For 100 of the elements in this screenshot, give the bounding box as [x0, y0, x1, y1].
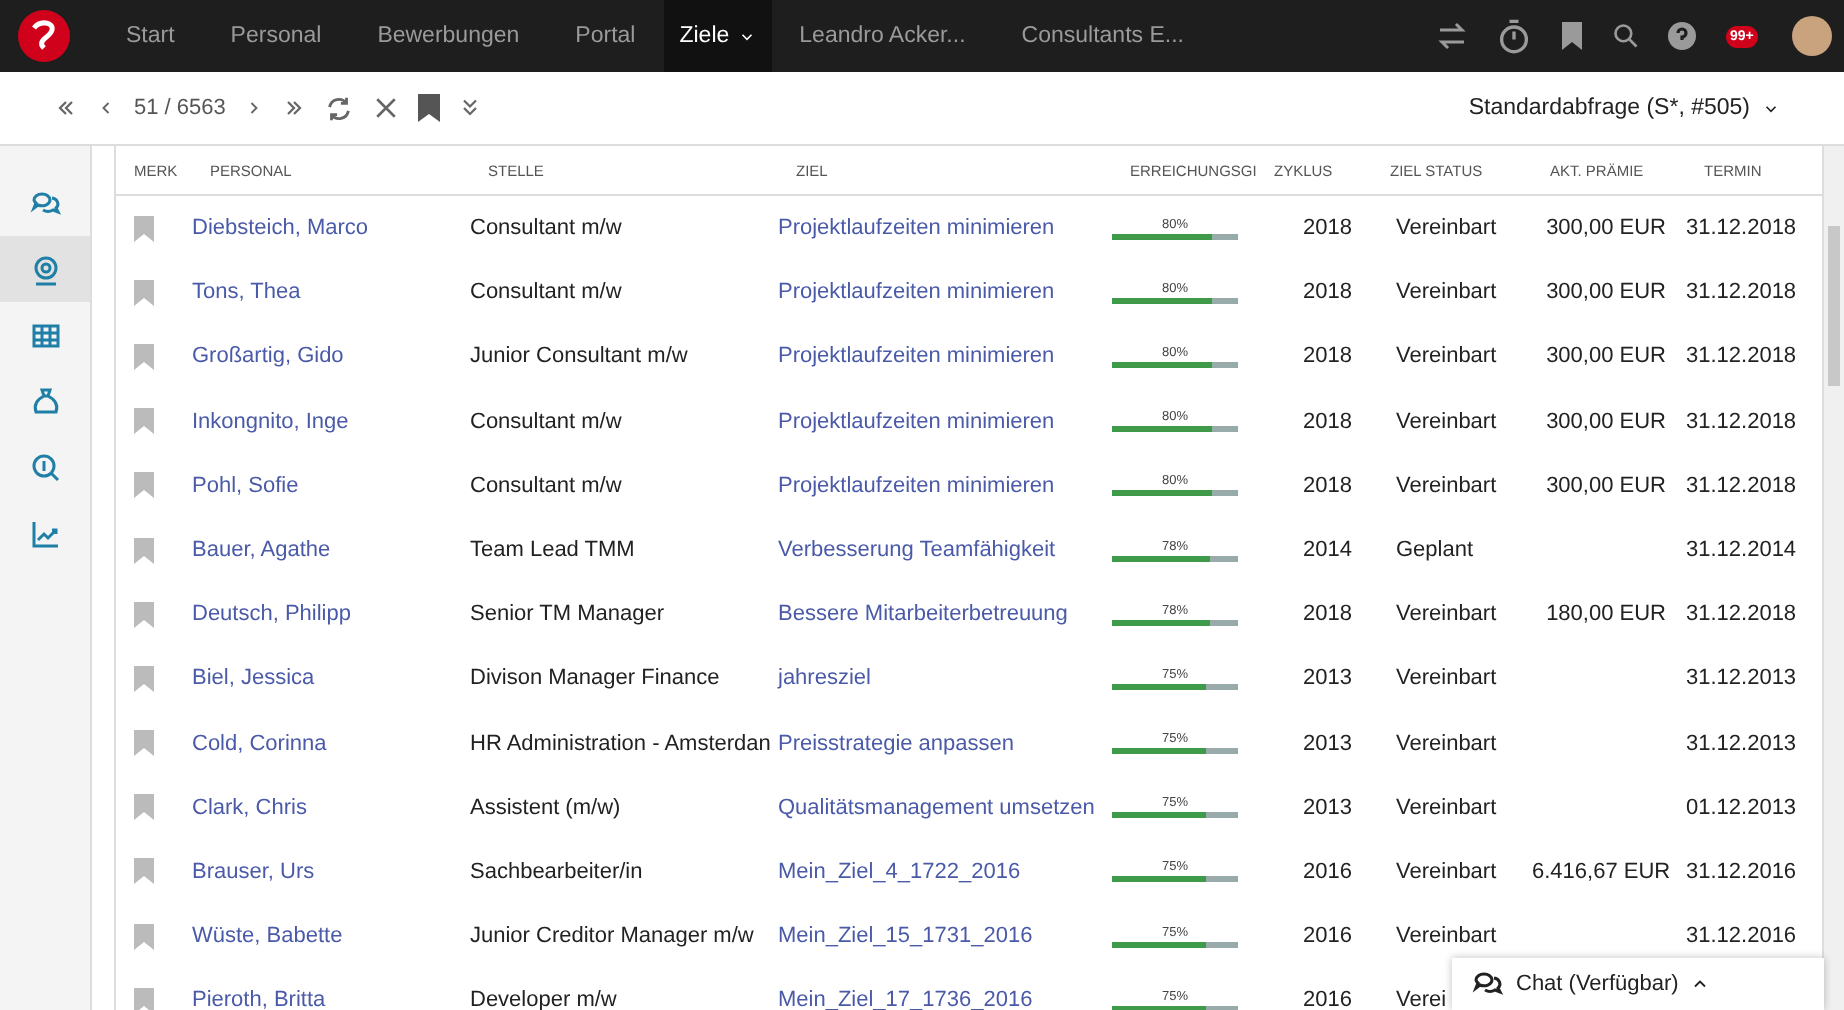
refresh-icon[interactable]	[323, 93, 354, 123]
employee-link[interactable]: Diebsteich, Marco	[192, 216, 470, 241]
table-cell-text: Vereinbart	[1394, 409, 1499, 434]
bookmark-icon[interactable]	[1560, 22, 1584, 50]
expand-icon[interactable]	[457, 96, 482, 120]
goal-link[interactable]: Projektlaufzeiten minimieren	[778, 473, 1112, 498]
table-cell-text: Vereinbart	[1394, 924, 1499, 949]
goal-link[interactable]: Projektlaufzeiten minimieren	[778, 344, 1112, 369]
table-cell-text: Consultant m/w	[470, 473, 624, 498]
table-cell-text: 31.12.2016	[1686, 859, 1799, 884]
goal-link[interactable]: Projektlaufzeiten minimieren	[778, 216, 1112, 241]
table-cell-text: Vereinbart	[1394, 344, 1499, 369]
table-cell-text: 31.12.2013	[1686, 731, 1799, 756]
table-cell-text: 31.12.2018	[1686, 344, 1799, 369]
logo-icon[interactable]	[18, 10, 70, 62]
table-cell-text: 2016	[1301, 988, 1354, 1010]
table-cell-text: 2018	[1301, 409, 1354, 434]
table-icon[interactable]	[29, 319, 61, 351]
chart-icon[interactable]	[29, 517, 61, 549]
employee-link[interactable]: Cold, Corinna	[192, 731, 470, 756]
table-cell-text: 2018	[1301, 473, 1354, 498]
nav-tab[interactable]: Portal	[547, 0, 664, 72]
table-cell-text: 31.12.2018	[1686, 280, 1799, 305]
nav-tab[interactable]: Leandro Acker...	[771, 0, 994, 72]
table-cell-text: Team Lead TMM	[470, 538, 637, 563]
goal-link[interactable]: Verbesserung Teamfähigkeit	[778, 538, 1112, 563]
table-cell-text: 2013	[1301, 795, 1354, 820]
search-icon[interactable]	[1612, 22, 1640, 50]
table-cell-text: 31.12.2016	[1686, 924, 1799, 949]
table-cell-text: 300,00 EUR	[1544, 344, 1668, 369]
table-cell-text: 2018	[1301, 602, 1354, 627]
employee-link[interactable]: Deutsch, Philipp	[192, 602, 470, 627]
table-cell-text: HR Administration - Amsterdan	[470, 731, 773, 756]
chat-panel[interactable]: Chat (Verfügbar)	[1452, 958, 1824, 1010]
employee-link[interactable]: Tons, Thea	[192, 280, 470, 305]
table-cell-text: 300,00 EUR	[1544, 280, 1668, 305]
table-cell-text: 6.416,67 EUR	[1532, 859, 1673, 884]
nav-tab[interactable]: Consultants E...	[993, 0, 1212, 72]
record-position: 51 / 6563	[134, 96, 226, 120]
bag-icon[interactable]	[29, 385, 61, 417]
table-cell-text: 2013	[1301, 666, 1354, 691]
stopwatch-icon[interactable]	[1496, 18, 1532, 54]
goal-link[interactable]: Mein_Ziel_15_1731_2016	[778, 924, 1112, 949]
table-cell-text: 2018	[1301, 280, 1354, 305]
goal-link[interactable]: jahresziel	[778, 666, 1112, 691]
employee-link[interactable]: Pieroth, Britta	[192, 988, 470, 1010]
goal-link[interactable]: Qualitätsmanagement umsetzen	[778, 795, 1112, 820]
table-cell-text: 2016	[1301, 924, 1354, 949]
employee-link[interactable]: Biel, Jessica	[192, 666, 470, 691]
first-page-icon[interactable]	[54, 96, 78, 120]
target-icon[interactable]	[29, 253, 61, 285]
chat-icon[interactable]	[1472, 968, 1504, 1000]
table-cell-text: 2018	[1301, 344, 1354, 369]
table-cell-text: 31.12.2014	[1686, 538, 1799, 563]
goal-link[interactable]: Projektlaufzeiten minimieren	[778, 409, 1112, 434]
help-icon[interactable]	[1668, 22, 1696, 50]
table-cell-text: 31.12.2018	[1686, 409, 1799, 434]
employee-link[interactable]: Wüste, Babette	[192, 924, 470, 949]
query-selector[interactable]: Standardabfrage (S*, #505)	[1468, 96, 1750, 120]
table-cell-text: Assistent (m/w)	[470, 795, 623, 820]
employee-link[interactable]: Inkongnito, Inge	[192, 409, 470, 434]
goal-link[interactable]: Projektlaufzeiten minimieren	[778, 280, 1112, 305]
employee-link[interactable]: Brauser, Urs	[192, 859, 470, 884]
table-cell-text: Vereinbart	[1394, 859, 1499, 884]
nav-tab[interactable]: Personal	[202, 0, 350, 72]
swap-icon[interactable]	[1436, 20, 1468, 52]
table-cell-text: Vereinbart	[1394, 473, 1499, 498]
avatar[interactable]	[1792, 16, 1832, 56]
nav-tab[interactable]: Start	[98, 0, 203, 72]
bookmark-icon[interactable]	[417, 94, 440, 122]
table-cell-text: Divison Manager Finance	[470, 666, 722, 691]
table-cell-text: 2018	[1301, 216, 1354, 241]
employee-link[interactable]: Pohl, Sofie	[192, 473, 470, 498]
table-cell-text: Consultant m/w	[470, 216, 624, 241]
goal-link[interactable]: Bessere Mitarbeiterbetreuung	[778, 602, 1112, 627]
employee-link[interactable]: Großartig, Gido	[192, 344, 470, 369]
goal-link[interactable]: Preisstrategie anpassen	[778, 731, 1112, 756]
sidebar-item[interactable]	[0, 236, 90, 302]
table-cell-text: Consultant m/w	[470, 280, 624, 305]
nav-tab[interactable]: Ziele	[663, 0, 772, 72]
goal-link[interactable]: Mein_Ziel_4_1722_2016	[778, 859, 1112, 884]
table-cell-text: Junior Creditor Manager m/w	[470, 924, 756, 949]
scrollbar-thumb[interactable]	[1828, 226, 1840, 386]
money-search-icon[interactable]	[29, 451, 61, 483]
table-cell-text: Vereinbart	[1394, 216, 1499, 241]
table-cell-text: 180,00 EUR	[1544, 602, 1668, 627]
table-cell-text: Verei	[1394, 988, 1449, 1010]
table-cell-text: 31.12.2013	[1686, 666, 1799, 691]
employee-link[interactable]: Clark, Chris	[192, 795, 470, 820]
table-cell-text: Senior TM Manager	[470, 602, 667, 627]
table-cell-text: Consultant m/w	[470, 409, 624, 434]
close-icon[interactable]	[371, 94, 400, 122]
table-cell-text: 2013	[1301, 731, 1354, 756]
table-cell-text: 01.12.2013	[1686, 795, 1799, 820]
table-cell-text: Vereinbart	[1394, 731, 1499, 756]
table-cell-text: Junior Consultant m/w	[470, 344, 690, 369]
last-page-icon[interactable]	[281, 96, 306, 120]
nav-tab[interactable]: Bewerbungen	[349, 0, 548, 72]
chat-label: Chat (Verfügbar)	[1516, 972, 1679, 996]
employee-link[interactable]: Bauer, Agathe	[192, 538, 470, 563]
